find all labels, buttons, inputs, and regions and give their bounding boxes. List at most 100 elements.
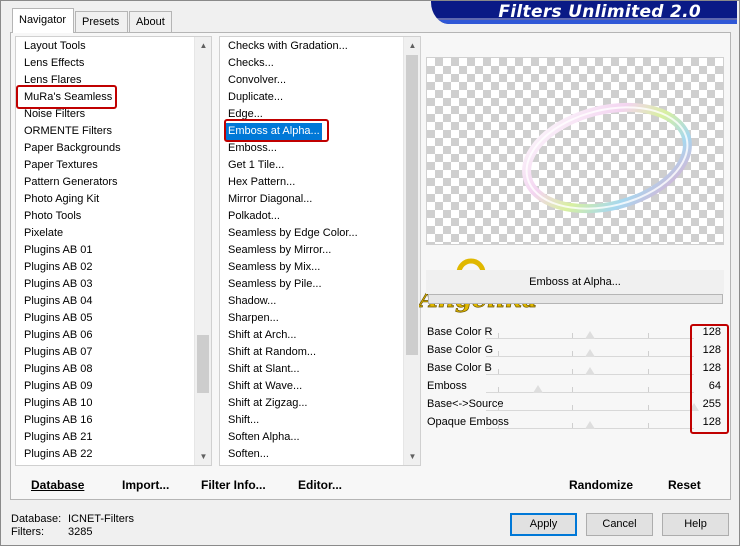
category-item[interactable]: Plugins AB 07 bbox=[22, 344, 95, 361]
category-item[interactable]: Plugins AB 02 bbox=[22, 259, 95, 276]
filter-item[interactable]: Seamless by Mix... bbox=[226, 259, 322, 276]
filter-item[interactable]: Polkadot... bbox=[226, 208, 282, 225]
filter-scrollbar[interactable]: ▲ ▼ bbox=[403, 37, 420, 465]
preview-image bbox=[522, 102, 692, 214]
param-slider-track[interactable] bbox=[486, 392, 694, 393]
category-item[interactable]: Plugins AB 10 bbox=[22, 395, 95, 412]
filter-item[interactable]: Get 1 Tile... bbox=[226, 157, 286, 174]
category-item[interactable]: Plugins AB 04 bbox=[22, 293, 95, 310]
category-item[interactable]: ORMENTE Filters bbox=[22, 123, 114, 140]
scroll-up-icon[interactable]: ▲ bbox=[404, 37, 420, 54]
filter-item[interactable]: Edge... bbox=[226, 106, 265, 123]
slider-tick bbox=[498, 351, 499, 356]
editor-button[interactable]: Editor... bbox=[298, 478, 342, 492]
param-label: Opaque Emboss bbox=[427, 416, 509, 428]
param-row[interactable]: Base Color R 128 bbox=[426, 324, 724, 342]
tab-navigator[interactable]: Navigator bbox=[12, 8, 74, 33]
filter-item[interactable]: Checks... bbox=[226, 55, 276, 72]
category-item[interactable]: Plugins AB 16 bbox=[22, 412, 95, 429]
slider-tick bbox=[498, 369, 499, 374]
apply-button[interactable]: Apply bbox=[510, 513, 577, 536]
filter-item[interactable]: Checks with Gradation... bbox=[226, 38, 350, 55]
category-item[interactable]: Plugins AB 09 bbox=[22, 378, 95, 395]
filter-item[interactable]: Shift at Zigzag... bbox=[226, 395, 309, 412]
filter-item[interactable]: Soften Alpha... bbox=[226, 429, 302, 446]
filter-item[interactable]: Seamless by Edge Color... bbox=[226, 225, 360, 242]
filter-item[interactable]: Shadow... bbox=[226, 293, 278, 310]
filter-item[interactable]: Emboss... bbox=[226, 140, 279, 157]
category-item[interactable]: Photo Aging Kit bbox=[22, 191, 101, 208]
scroll-down-icon[interactable]: ▼ bbox=[195, 448, 211, 465]
param-label: Base<->Source bbox=[427, 398, 504, 410]
import-button[interactable]: Import... bbox=[122, 478, 169, 492]
category-item[interactable]: Paper Backgrounds bbox=[22, 140, 123, 157]
scroll-thumb[interactable] bbox=[197, 335, 209, 393]
category-item[interactable]: Plugins AB 22 bbox=[22, 446, 95, 463]
param-slider-knob[interactable] bbox=[585, 421, 595, 429]
category-item[interactable]: Pixelate bbox=[22, 225, 65, 242]
param-row[interactable]: Emboss 64 bbox=[426, 378, 724, 396]
slider-tick bbox=[572, 369, 573, 374]
category-item[interactable]: Plugins AB 05 bbox=[22, 310, 95, 327]
database-button[interactable]: Database bbox=[31, 478, 84, 492]
filter-item[interactable]: Mirror Diagonal... bbox=[226, 191, 314, 208]
filter-item[interactable]: Hex Pattern... bbox=[226, 174, 297, 191]
category-item[interactable]: Lens Flares bbox=[22, 72, 83, 89]
category-item[interactable]: MuRa's Seamless bbox=[22, 89, 114, 106]
cancel-button[interactable]: Cancel bbox=[586, 513, 653, 536]
reset-button[interactable]: Reset bbox=[668, 478, 701, 492]
param-slider-knob[interactable] bbox=[585, 367, 595, 375]
filter-item[interactable]: Emboss at Alpha... bbox=[226, 123, 322, 140]
category-item[interactable]: Plugins AB 03 bbox=[22, 276, 95, 293]
category-item[interactable]: Lens Effects bbox=[22, 55, 86, 72]
filter-item[interactable]: Shift at Arch... bbox=[226, 327, 298, 344]
category-item[interactable]: Plugins AB 21 bbox=[22, 429, 95, 446]
tab-presets[interactable]: Presets bbox=[75, 11, 128, 32]
title-banner: Filters Unlimited 2.0 bbox=[431, 1, 737, 24]
param-slider-knob[interactable] bbox=[533, 385, 543, 393]
param-slider-knob[interactable] bbox=[585, 331, 595, 339]
param-row[interactable]: Base Color B 128 bbox=[426, 360, 724, 378]
param-row[interactable]: Base<->Source 255 bbox=[426, 396, 724, 414]
filters-unlimited-dialog: Navigator Presets About Filters Unlimite… bbox=[0, 0, 740, 546]
slider-tick bbox=[498, 387, 499, 392]
filter-info-button[interactable]: Filter Info... bbox=[201, 478, 266, 492]
filter-item[interactable]: Sharpen... bbox=[226, 310, 281, 327]
category-item[interactable]: Plugins AB 06 bbox=[22, 327, 95, 344]
filter-item[interactable]: Shift... bbox=[226, 412, 261, 429]
param-slider-knob[interactable] bbox=[689, 403, 699, 411]
slider-tick bbox=[648, 351, 649, 356]
scroll-down-icon[interactable]: ▼ bbox=[404, 448, 420, 465]
param-row[interactable]: Opaque Emboss 128 bbox=[426, 414, 724, 432]
filter-item[interactable]: Convolver... bbox=[226, 72, 288, 89]
scroll-up-icon[interactable]: ▲ bbox=[195, 37, 211, 54]
param-slider-knob[interactable] bbox=[585, 349, 595, 357]
filter-item[interactable]: Shift at Slant... bbox=[226, 361, 302, 378]
category-item[interactable]: Plugins AB 01 bbox=[22, 242, 95, 259]
filter-item[interactable]: Shift at Wave... bbox=[226, 378, 304, 395]
filter-item[interactable]: Shift at Random... bbox=[226, 344, 318, 361]
category-scrollbar[interactable]: ▲ ▼ bbox=[194, 37, 211, 465]
param-value: 64 bbox=[708, 380, 721, 392]
filter-item[interactable]: Seamless by Mirror... bbox=[226, 242, 333, 259]
filter-item[interactable]: Soften... bbox=[226, 446, 271, 463]
param-value: 128 bbox=[702, 362, 721, 374]
help-button[interactable]: Help bbox=[662, 513, 729, 536]
category-item[interactable]: Pattern Generators bbox=[22, 174, 120, 191]
category-item[interactable]: Noise Filters bbox=[22, 106, 87, 123]
status-database: Database: ICNET-Filters bbox=[11, 513, 134, 525]
filter-list[interactable]: ▲ ▼ Checks with Gradation... Checks... Con… bbox=[219, 36, 421, 466]
category-item[interactable]: Paper Textures bbox=[22, 157, 100, 174]
param-slider-track[interactable] bbox=[486, 410, 694, 411]
tab-presets-label: Presets bbox=[82, 16, 120, 28]
category-list[interactable]: ▲ ▼ Layout Tools Lens Effects Lens Flares M… bbox=[15, 36, 212, 466]
category-item[interactable]: Plugins AB 08 bbox=[22, 361, 95, 378]
filter-item[interactable]: Seamless by Pile... bbox=[226, 276, 324, 293]
category-item[interactable]: Layout Tools bbox=[22, 38, 88, 55]
scroll-thumb[interactable] bbox=[406, 55, 418, 355]
tab-about[interactable]: About bbox=[129, 11, 172, 32]
randomize-button[interactable]: Randomize bbox=[569, 478, 633, 492]
filter-item[interactable]: Duplicate... bbox=[226, 89, 285, 106]
category-item[interactable]: Photo Tools bbox=[22, 208, 83, 225]
param-row[interactable]: Base Color G 128 bbox=[426, 342, 724, 360]
